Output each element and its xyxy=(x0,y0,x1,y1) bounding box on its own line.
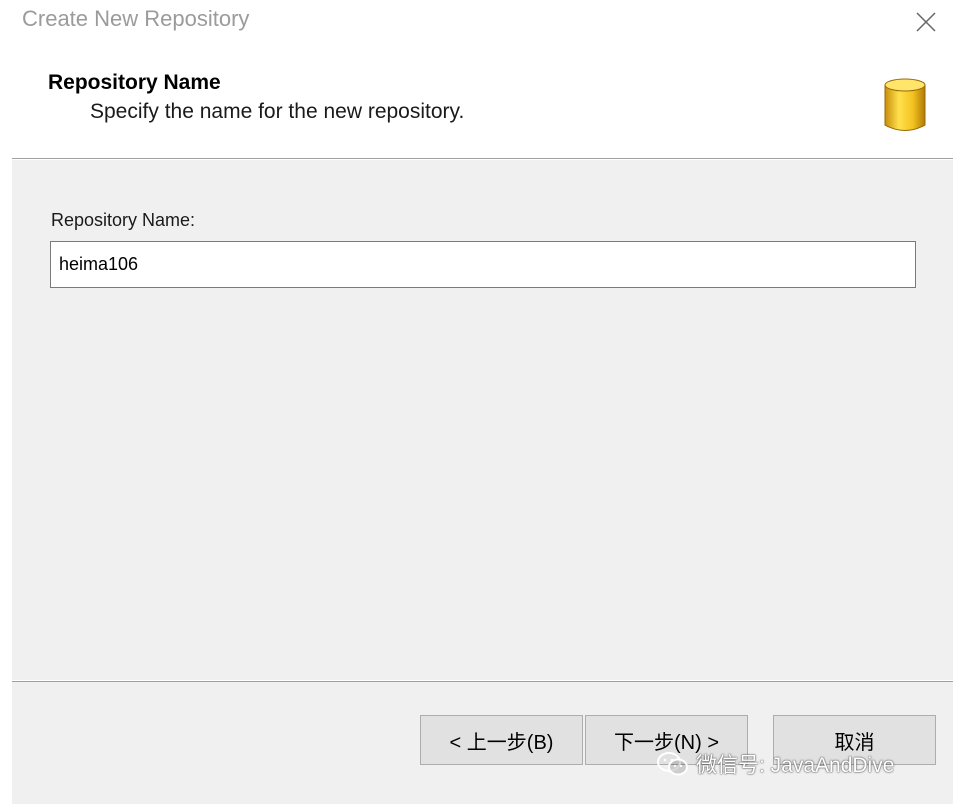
wechat-icon xyxy=(656,751,690,777)
repository-name-input[interactable] xyxy=(50,241,916,288)
close-button[interactable] xyxy=(906,4,946,40)
wizard-header: Repository Name Specify the name for the… xyxy=(0,44,953,158)
content-panel xyxy=(12,160,953,680)
header-subtitle: Specify the name for the new repository. xyxy=(90,100,465,123)
repository-name-label: Repository Name: xyxy=(51,210,196,230)
watermark-text: 微信号: JavaAndDive xyxy=(696,754,895,777)
close-icon xyxy=(916,12,936,32)
header-title: Repository Name xyxy=(48,71,221,94)
title-bar: Create New Repository xyxy=(0,0,953,44)
database-icon xyxy=(884,78,926,131)
watermark: 微信号: JavaAndDive xyxy=(656,748,894,780)
back-button[interactable]: < 上一步(B) xyxy=(420,715,583,765)
window-title: Create New Repository xyxy=(22,6,250,31)
